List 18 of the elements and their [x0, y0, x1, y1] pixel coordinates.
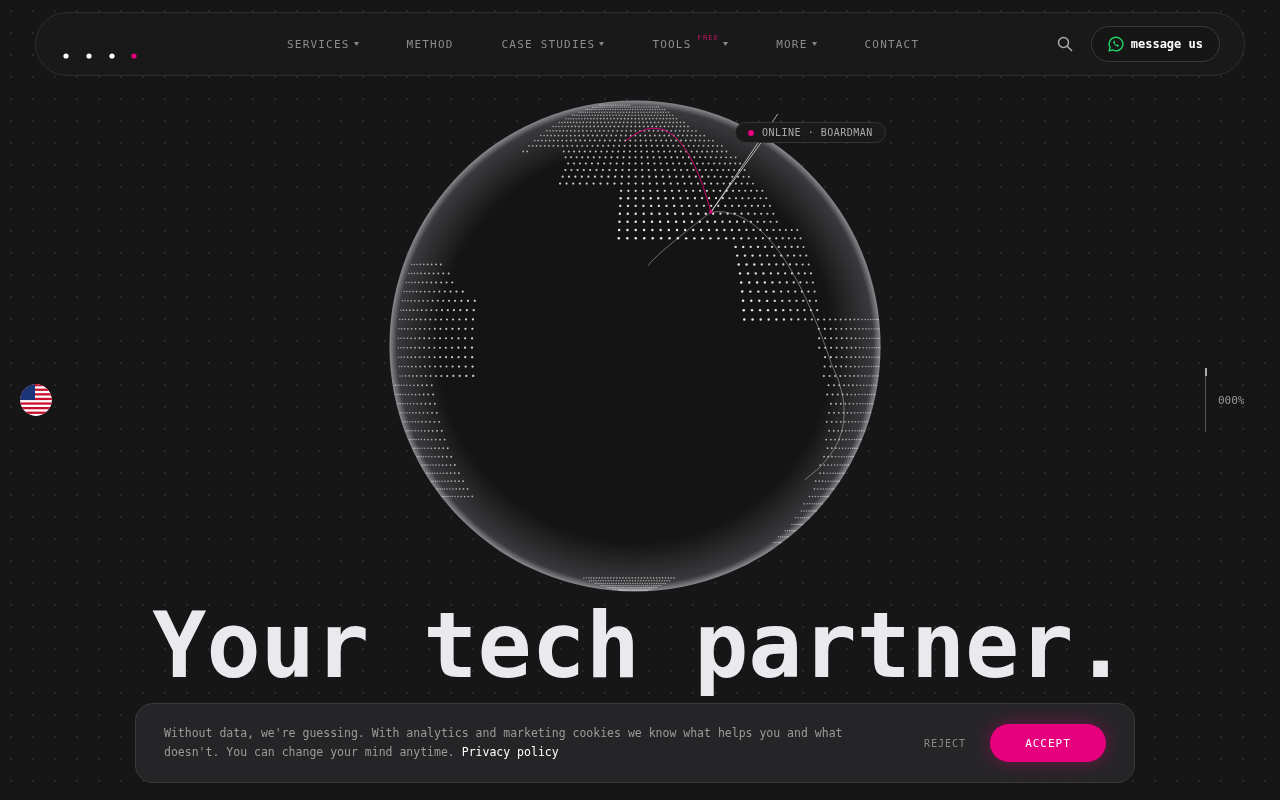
accept-button[interactable]: ACCEPT [990, 724, 1106, 762]
nav-link[interactable]: CASE STUDIES [501, 37, 605, 51]
status-badge: ONLINE · BOARDMAN [735, 122, 886, 143]
privacy-policy-link[interactable]: Privacy policy [461, 745, 559, 759]
nav-link[interactable]: METHOD [406, 37, 454, 51]
flag-icon[interactable] [20, 384, 52, 416]
search-icon[interactable] [1056, 36, 1073, 52]
headline: Your tech partner. [152, 596, 1128, 695]
chat-bubble-icon [1107, 36, 1124, 52]
cookie-text: Without data, we're guessing. With analytics and marketing cookies we know what helps you and what doesn't. You can change your mind anytime. Privacy policy [164, 725, 844, 761]
message-button[interactable]: message us [1090, 26, 1220, 62]
reject-button[interactable]: REJECT [923, 737, 966, 749]
nav-link[interactable]: TOOLS $^{FREE}$ [652, 37, 729, 51]
scroll-reading: 000% [1218, 393, 1245, 407]
nav-link[interactable]: SERVICES [287, 37, 359, 51]
scroll-track [1205, 368, 1206, 432]
nav-link[interactable]: MORE [776, 37, 817, 51]
nav-link[interactable]: CONTACT [864, 37, 920, 51]
